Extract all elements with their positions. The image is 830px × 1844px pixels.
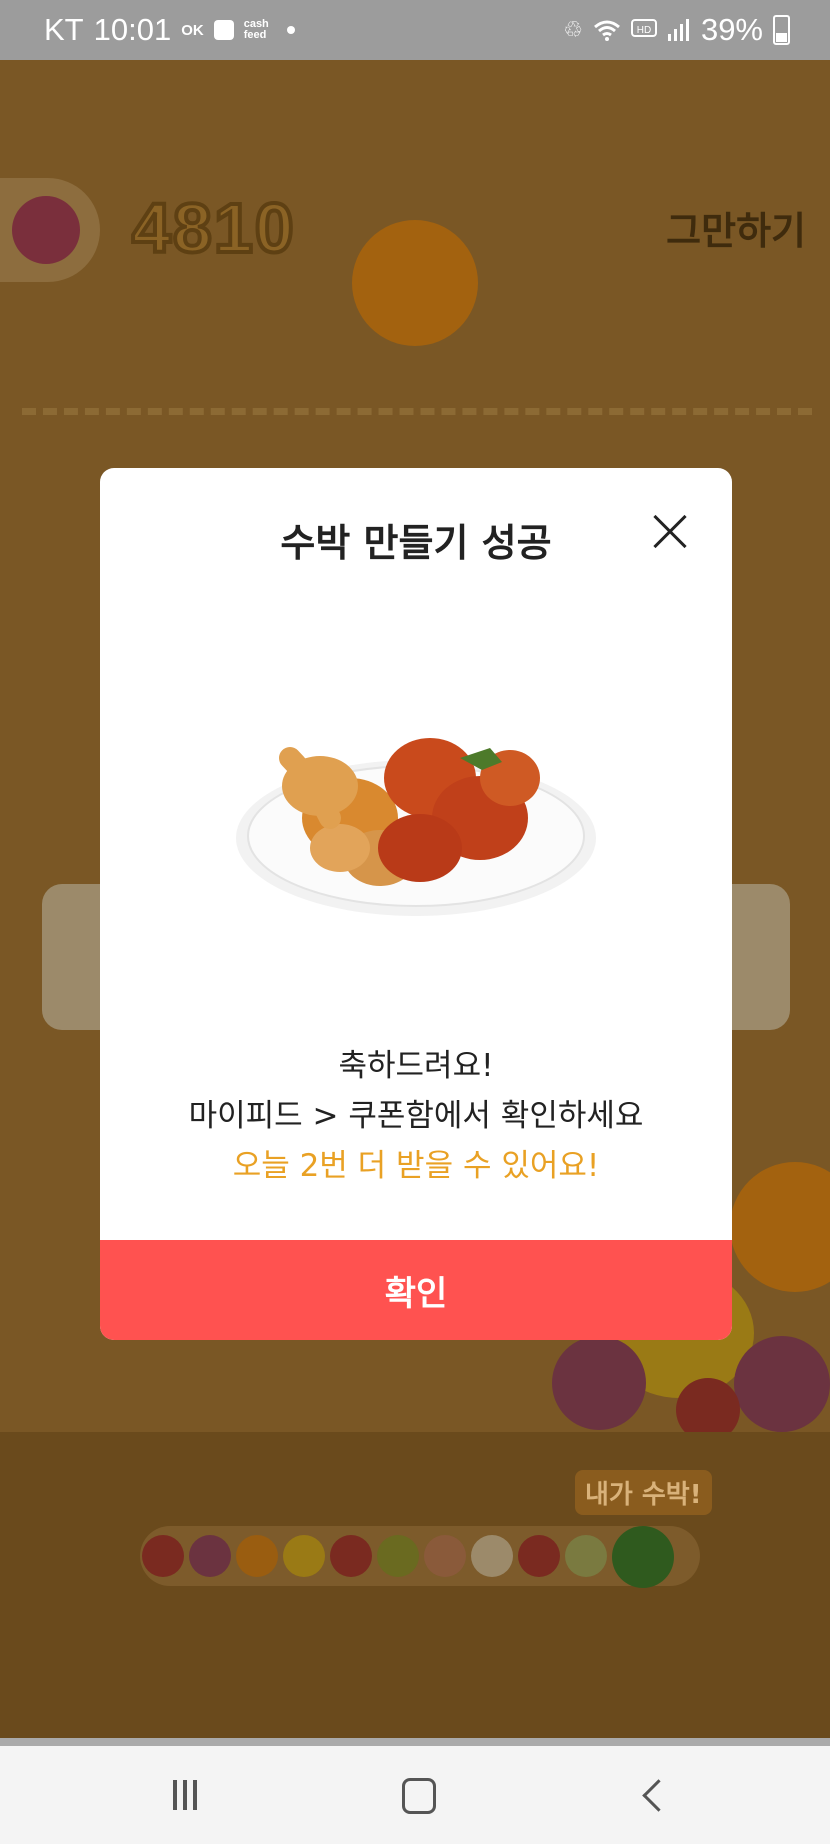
back-icon[interactable] <box>625 1776 685 1816</box>
recent-apps-icon[interactable] <box>155 1776 215 1816</box>
cashfeed-label-line2: feed <box>243 29 267 41</box>
fruit-plum-2 <box>734 1336 830 1432</box>
status-right: ♲ HD 39% <box>563 12 790 48</box>
clock: 10:01 <box>93 12 172 47</box>
modal-title: 수박 만들기 성공 <box>280 521 552 565</box>
recycle-icon: ♲ <box>563 17 583 42</box>
navigation-bar <box>0 1738 830 1844</box>
status-bar: KT 10:01 OK cash feed ♲ HD 39% <box>0 0 830 60</box>
evolution-fruit-10 <box>565 1535 607 1577</box>
coupon-guide-text: 마이피드 > 쿠폰함에서 확인하세요 <box>188 1098 644 1134</box>
close-icon[interactable] <box>652 514 688 550</box>
battery-icon <box>773 15 790 45</box>
evolution-fruit-9 <box>518 1535 560 1577</box>
success-modal: 수박 만들기 성공 축하드려요! 마이피드 > 쿠폰함에서 확인하세요 오늘 2… <box>100 468 732 1340</box>
app-icon <box>213 20 234 40</box>
evolution-fruit-1 <box>142 1535 184 1577</box>
dropping-fruit-orange <box>352 220 478 346</box>
home-icon[interactable] <box>390 1776 450 1816</box>
evolution-fruit-4 <box>283 1535 325 1577</box>
fried-chicken-image <box>236 738 596 916</box>
congrats-text: 축하드려요! <box>338 1048 494 1084</box>
limit-line <box>22 408 812 415</box>
evolution-fruit-7 <box>424 1535 466 1577</box>
evolution-fruit-5 <box>330 1535 372 1577</box>
battery-percent: 39% <box>700 12 763 47</box>
status-left: KT 10:01 OK cash feed <box>44 12 295 48</box>
evolution-fruit-watermelon <box>612 1526 674 1588</box>
wifi-icon <box>593 20 620 41</box>
confirm-button[interactable]: 확인 <box>100 1240 732 1340</box>
signal-icon <box>667 19 689 41</box>
quit-button[interactable]: 그만하기 <box>666 200 806 255</box>
carrier: KT <box>44 12 84 47</box>
evolution-fruit-6 <box>377 1535 419 1577</box>
evolution-fruit-3 <box>236 1535 278 1577</box>
target-tag: 내가 수박! <box>575 1470 712 1515</box>
remaining-chances-text: 오늘 2번 더 받을 수 있어요! <box>232 1148 600 1184</box>
notification-dot <box>286 26 295 34</box>
cashfeed-icon: cash feed <box>244 19 269 41</box>
ok-cashbag-icon: OK <box>181 21 204 39</box>
hd-voice-icon: HD <box>630 19 657 37</box>
svg-text:HD: HD <box>637 25 651 36</box>
fruit-plum <box>552 1336 646 1430</box>
next-fruit-icon <box>12 196 80 264</box>
evolution-fruit-2 <box>189 1535 231 1577</box>
evolution-fruit-8 <box>471 1535 513 1577</box>
score: 4810 <box>130 187 296 269</box>
